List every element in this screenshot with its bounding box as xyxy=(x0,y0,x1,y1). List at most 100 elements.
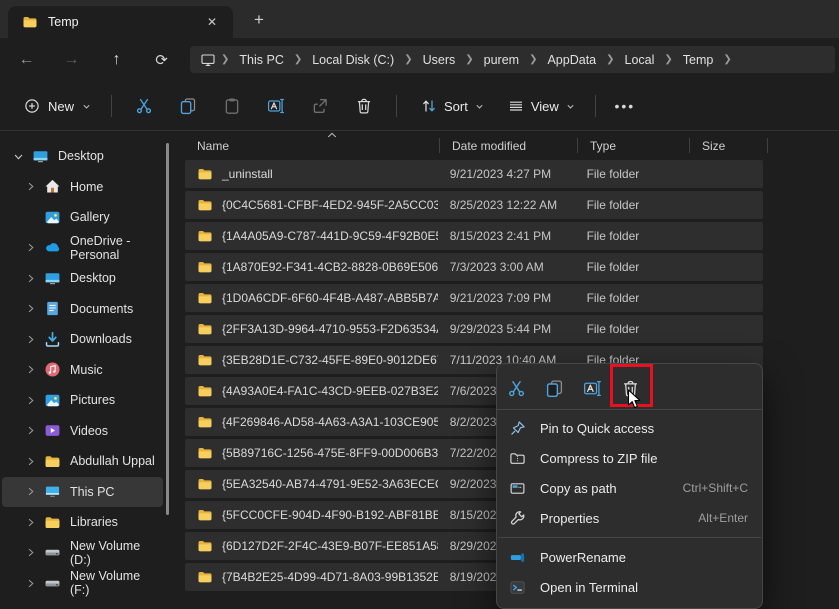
tab-temp[interactable]: Temp ✕ xyxy=(8,6,233,38)
rename-button[interactable] xyxy=(254,89,298,123)
sidebar-item-pictures[interactable]: Pictures xyxy=(2,385,163,416)
sidebar-item-music[interactable]: Music xyxy=(2,355,163,386)
up-button[interactable]: ↑ xyxy=(94,42,139,78)
close-tab-icon[interactable]: ✕ xyxy=(199,10,225,34)
folder-icon xyxy=(197,228,213,244)
folder-icon xyxy=(197,290,213,306)
sidebar-item-label: Music xyxy=(70,363,103,377)
chevron-right-icon: ❯ xyxy=(603,54,617,65)
sidebar-item-new-volume-d-[interactable]: New Volume (D:) xyxy=(2,538,163,569)
column-header-row: NameDate modifiedTypeSize xyxy=(185,131,839,160)
file-row[interactable]: {1A4A05A9-C787-441D-9C59-4F92B0E52...8/1… xyxy=(185,222,763,250)
menu-item-pin-to-quick-access[interactable]: Pin to Quick access xyxy=(497,413,762,443)
chevron-down-icon[interactable] xyxy=(10,150,26,163)
delete-button[interactable] xyxy=(342,89,386,123)
breadcrumb-item[interactable]: Local Disk (C:) xyxy=(305,50,401,70)
menu-item-copy-as-path[interactable]: Copy as pathCtrl+Shift+C xyxy=(497,473,762,503)
chevron-right-icon: ❯ xyxy=(291,54,305,65)
column-divider[interactable] xyxy=(767,138,768,153)
sort-button[interactable]: Sort xyxy=(411,91,494,121)
forward-button[interactable]: → xyxy=(49,42,94,78)
file-row[interactable]: {1A870E92-F341-4CB2-8828-0B69E5064E...7/… xyxy=(185,253,763,281)
folder-icon xyxy=(197,197,213,213)
chevron-right-icon[interactable] xyxy=(22,241,38,254)
breadcrumb-item[interactable]: Users xyxy=(416,50,463,70)
chevron-right-icon[interactable] xyxy=(22,455,38,468)
pictures-icon xyxy=(44,392,62,409)
delete-icon xyxy=(355,97,373,115)
chevron-right-icon[interactable] xyxy=(22,180,38,193)
sidebar-item-this-pc[interactable]: This PC xyxy=(2,477,163,508)
column-header-name[interactable]: Name xyxy=(185,131,440,160)
file-type: File folder xyxy=(575,291,686,305)
sidebar-item-libraries[interactable]: Libraries xyxy=(2,507,163,538)
chevron-right-icon[interactable] xyxy=(22,394,38,407)
file-date-modified: 9/21/2023 7:09 PM xyxy=(438,291,575,305)
sidebar-item-desktop[interactable]: Desktop xyxy=(2,263,163,294)
sidebar-scrollbar[interactable] xyxy=(166,143,169,515)
sidebar-item-onedrive-personal[interactable]: OneDrive - Personal xyxy=(2,233,163,264)
chevron-right-icon[interactable] xyxy=(22,546,38,559)
this-pc-icon xyxy=(200,52,216,68)
context-copy-button[interactable] xyxy=(535,371,573,407)
file-name: {2FF3A13D-9964-4710-9553-F2D63534A... xyxy=(222,322,438,336)
sidebar-item-new-volume-f-[interactable]: New Volume (F:) xyxy=(2,568,163,599)
sidebar-item-home[interactable]: Home xyxy=(2,172,163,203)
new-button[interactable]: New xyxy=(14,91,101,121)
menu-item-compress-to-zip-file[interactable]: Compress to ZIP file xyxy=(497,443,762,473)
context-cut-button[interactable] xyxy=(497,371,535,407)
file-date-modified: 8/25/2023 12:22 AM xyxy=(438,198,575,212)
more-options-button[interactable]: ••• xyxy=(606,89,644,123)
refresh-button[interactable]: ⟳ xyxy=(139,42,184,78)
sidebar-item-desktop[interactable]: Desktop xyxy=(2,141,163,172)
breadcrumb-item[interactable]: purem xyxy=(477,50,526,70)
sidebar-item-label: Desktop xyxy=(58,149,104,163)
file-row[interactable]: {2FF3A13D-9964-4710-9553-F2D63534A...9/2… xyxy=(185,315,763,343)
menu-item-label: Compress to ZIP file xyxy=(540,451,658,466)
sidebar-item-gallery[interactable]: Gallery xyxy=(2,202,163,233)
file-row[interactable]: {0C4C5681-CFBF-4ED2-945F-2A5CC03A5...8/2… xyxy=(185,191,763,219)
copy-icon xyxy=(545,379,564,398)
chevron-right-icon[interactable] xyxy=(22,272,38,285)
chevron-right-icon[interactable] xyxy=(22,516,38,529)
view-button[interactable]: View xyxy=(498,91,585,121)
column-header-date-modified[interactable]: Date modified xyxy=(440,131,578,160)
menu-item-open-in-terminal[interactable]: Open in Terminal xyxy=(497,572,762,602)
menu-item-properties[interactable]: PropertiesAlt+Enter xyxy=(497,503,762,533)
desktop-icon xyxy=(32,148,50,165)
breadcrumb-item[interactable]: AppData xyxy=(540,50,603,70)
command-toolbar: New Sort View ••• xyxy=(0,82,839,131)
breadcrumb-item[interactable]: This PC xyxy=(232,50,290,70)
chevron-right-icon[interactable] xyxy=(22,302,38,315)
chevron-right-icon[interactable] xyxy=(22,424,38,437)
file-name: {3EB28D1E-C732-45FE-89E0-9012DE67F... xyxy=(222,353,438,367)
column-header-type[interactable]: Type xyxy=(578,131,690,160)
back-button[interactable]: ← xyxy=(4,42,49,78)
new-tab-button[interactable]: + xyxy=(244,7,274,33)
sidebar-item-downloads[interactable]: Downloads xyxy=(2,324,163,355)
cut-button[interactable] xyxy=(122,89,166,123)
column-header-size[interactable]: Size xyxy=(690,131,768,160)
chevron-right-icon[interactable] xyxy=(22,577,38,590)
file-date-modified: 7/3/2023 3:00 AM xyxy=(438,260,575,274)
context-rename-button[interactable] xyxy=(573,371,611,407)
chevron-right-icon[interactable] xyxy=(22,485,38,498)
sidebar-item-abdullah-uppal[interactable]: Abdullah Uppal xyxy=(2,446,163,477)
copy-button[interactable] xyxy=(166,89,210,123)
sidebar-item-documents[interactable]: Documents xyxy=(2,294,163,325)
chevron-right-icon[interactable] xyxy=(22,333,38,346)
breadcrumb-item[interactable]: Local xyxy=(618,50,662,70)
sidebar-item-videos[interactable]: Videos xyxy=(2,416,163,447)
chevron-right-icon[interactable] xyxy=(22,363,38,376)
file-row[interactable]: {1D0A6CDF-6F60-4F4B-A487-ABB5B7A4...9/21… xyxy=(185,284,763,312)
breadcrumb-item[interactable]: Temp xyxy=(676,50,721,70)
sidebar-item-label: Abdullah Uppal xyxy=(70,454,155,468)
file-row[interactable]: _uninstall9/21/2023 4:27 PMFile folder xyxy=(185,160,763,188)
menu-item-label: Open in Terminal xyxy=(540,580,638,595)
menu-item-powerrename[interactable]: PowerRename xyxy=(497,542,762,572)
folder-icon xyxy=(197,569,213,585)
sidebar-item-label: New Volume (F:) xyxy=(70,569,163,597)
menu-divider xyxy=(498,537,761,538)
gallery-icon xyxy=(44,209,62,226)
chevron-right-icon: ❯ xyxy=(218,54,232,65)
